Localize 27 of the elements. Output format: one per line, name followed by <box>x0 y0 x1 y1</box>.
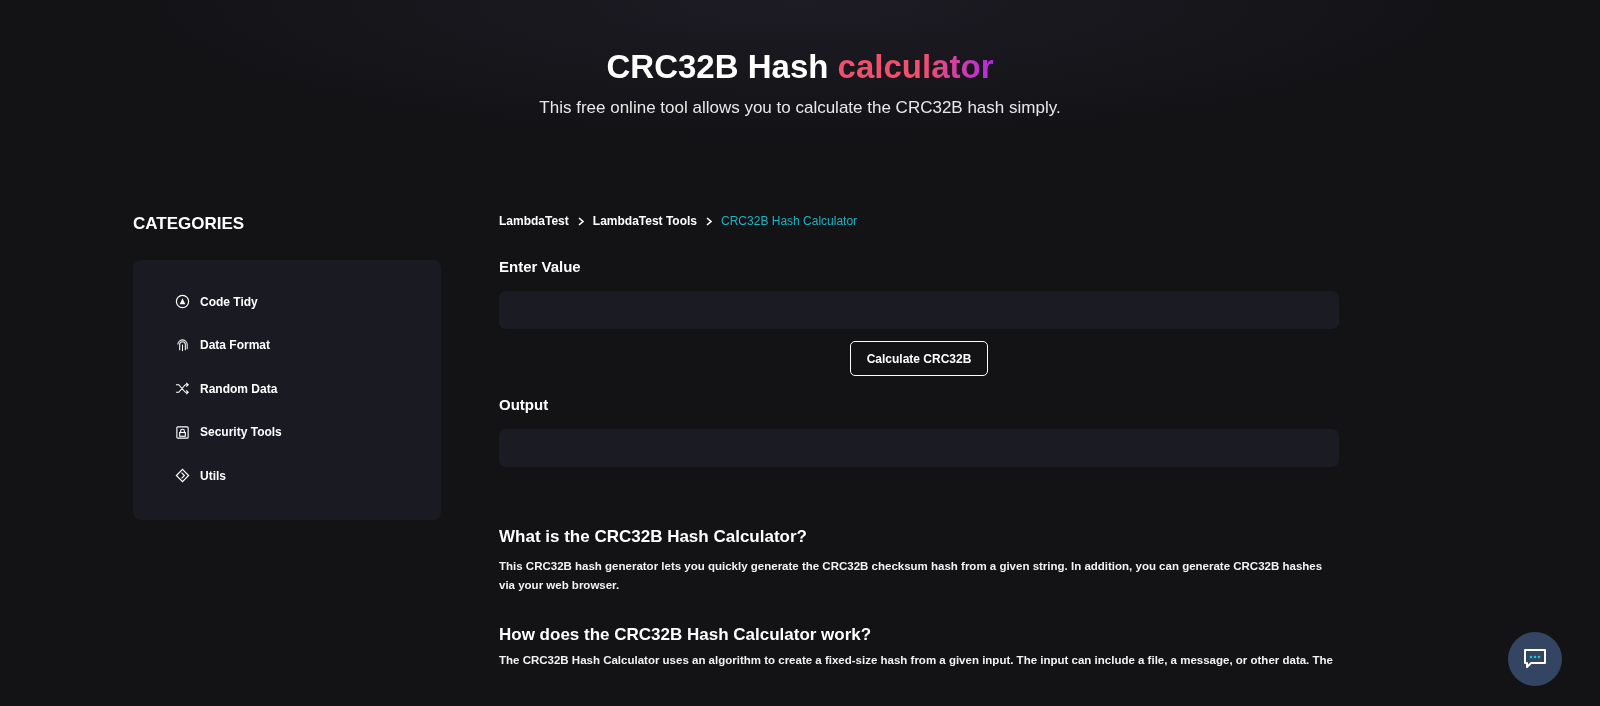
chevron-icon <box>576 216 585 226</box>
page-subtitle: This free online tool allows you to calculate the CRC32B hash simply. <box>539 98 1061 118</box>
diamond-icon <box>175 468 190 484</box>
shuffle-icon <box>175 381 190 397</box>
page-title: CRC32B Hash calculator <box>606 48 994 86</box>
breadcrumb-link[interactable]: LambdaTest Tools <box>592 214 698 228</box>
category-link[interactable]: Code Tidy <box>175 280 441 324</box>
lock-icon <box>175 424 190 440</box>
category-link[interactable]: Utils <box>175 454 441 498</box>
input-label: Enter Value <box>499 258 581 275</box>
fingerprint-icon <box>175 337 190 353</box>
breadcrumb-link[interactable]: CRC32B Hash Calculator <box>721 214 858 228</box>
category-link[interactable]: Data Format <box>175 323 441 367</box>
section-paragraph: The CRC32B Hash Calculator uses an algorithm to create a fixed-size hash from a given input. The input can include a file, a message, or other data. The <box>499 653 1334 668</box>
category-link[interactable]: Random Data <box>175 367 441 411</box>
output-label: Output <box>499 396 549 413</box>
section-heading: How does the CRC32B Hash Calculator work? <box>499 625 872 645</box>
calculate-button[interactable]: Calculate CRC32B <box>849 341 989 376</box>
category-link[interactable]: Security Tools <box>175 410 441 454</box>
categories-heading: CATEGORIES <box>133 214 245 234</box>
code-icon <box>175 294 190 310</box>
chat-button[interactable] <box>1508 632 1562 686</box>
section-paragraph: This CRC32B hash generator lets you quickly generate the CRC32B checksum hash from a given string. In addition, you can generate CRC32B hashes via your web browser. <box>499 559 1324 593</box>
breadcrumb-link[interactable]: LambdaTest <box>499 214 569 228</box>
chevron-icon <box>705 216 714 226</box>
section-heading: What is the CRC32B Hash Calculator? <box>499 527 807 547</box>
chat-icon <box>1522 647 1548 671</box>
